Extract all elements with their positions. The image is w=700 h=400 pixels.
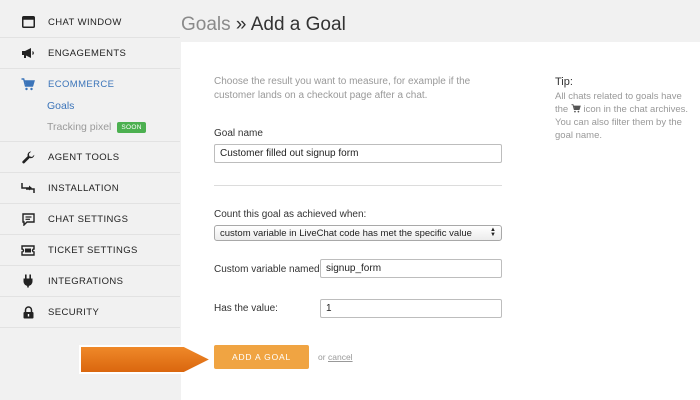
condition-label: Count this goal as achieved when: (214, 209, 367, 220)
main-panel: Choose the result you want to measure, f… (181, 42, 700, 400)
megaphone-icon (20, 45, 36, 61)
chat-bubble-icon (20, 211, 36, 227)
lock-icon (20, 304, 36, 320)
window-icon (20, 14, 36, 30)
sidebar: CHAT WINDOW ENGAGEMENTS ECOMMERCE Goals … (0, 0, 180, 400)
add-goal-button[interactable]: ADD A GOAL (214, 345, 309, 369)
condition-select[interactable]: custom variable in LiveChat code has met… (214, 225, 502, 241)
goal-name-input[interactable]: Customer filled out signup form (214, 144, 502, 163)
page-title-text: Add a Goal (250, 14, 346, 35)
code-arrows-icon (20, 180, 36, 196)
sidebar-item-chat-settings[interactable]: CHAT SETTINGS (0, 204, 180, 235)
sidebar-subitem-label: Tracking pixel (47, 121, 112, 133)
sidebar-item-security[interactable]: SECURITY (0, 297, 180, 328)
tip-title: Tip: (555, 76, 573, 88)
or-text: or (318, 352, 326, 362)
sidebar-item-installation[interactable]: INSTALLATION (0, 173, 180, 204)
sidebar-item-label: ENGAGEMENTS (48, 47, 127, 59)
breadcrumb-separator: » (230, 14, 251, 35)
condition-select-value: custom variable in LiveChat code has met… (220, 227, 472, 239)
value-input[interactable]: 1 (320, 299, 502, 318)
sidebar-item-integrations[interactable]: INTEGRATIONS (0, 266, 180, 297)
sidebar-item-agent-tools[interactable]: AGENT TOOLS (0, 142, 180, 173)
sidebar-item-engagements[interactable]: ENGAGEMENTS (0, 38, 180, 69)
sidebar-item-label: SECURITY (48, 306, 100, 318)
breadcrumb-goals[interactable]: Goals (181, 14, 231, 35)
sidebar-item-label: INTEGRATIONS (48, 275, 124, 287)
sidebar-item-label: CHAT WINDOW (48, 16, 122, 28)
form-divider (214, 185, 502, 186)
sidebar-item-label: TICKET SETTINGS (48, 244, 138, 256)
annotation-arrow (79, 345, 214, 374)
sidebar-subitem-goals[interactable]: Goals (47, 100, 74, 112)
page-title: Goals » Add a Goal (181, 14, 346, 36)
goal-name-label: Goal name (214, 128, 263, 139)
sidebar-item-label: INSTALLATION (48, 182, 119, 194)
plug-icon (20, 273, 36, 289)
ticket-icon (20, 242, 36, 258)
sidebar-subitem-tracking-pixel[interactable]: Tracking pixel SOON (47, 121, 146, 133)
sidebar-item-ticket-settings[interactable]: TICKET SETTINGS (0, 235, 180, 266)
intro-text: Choose the result you want to measure, f… (214, 76, 471, 101)
sidebar-item-label: ECOMMERCE (48, 79, 115, 90)
tip-text: All chats related to goals have the icon… (555, 90, 690, 142)
variable-name-label: Custom variable named: (214, 264, 323, 275)
cart-icon (571, 104, 581, 113)
variable-name-input[interactable]: signup_form (320, 259, 502, 278)
soon-badge: SOON (117, 122, 146, 133)
sidebar-item-ecommerce[interactable]: ECOMMERCE (0, 69, 180, 100)
select-arrows-icon: ▲ ▼ (490, 227, 496, 238)
wrench-icon (20, 149, 36, 165)
sidebar-item-label: CHAT SETTINGS (48, 213, 129, 225)
sidebar-item-label: AGENT TOOLS (48, 151, 120, 163)
sidebar-item-chat-window[interactable]: CHAT WINDOW (0, 7, 180, 38)
cart-icon (20, 77, 36, 93)
value-label: Has the value: (214, 303, 278, 314)
cancel-link[interactable]: cancel (328, 352, 353, 362)
